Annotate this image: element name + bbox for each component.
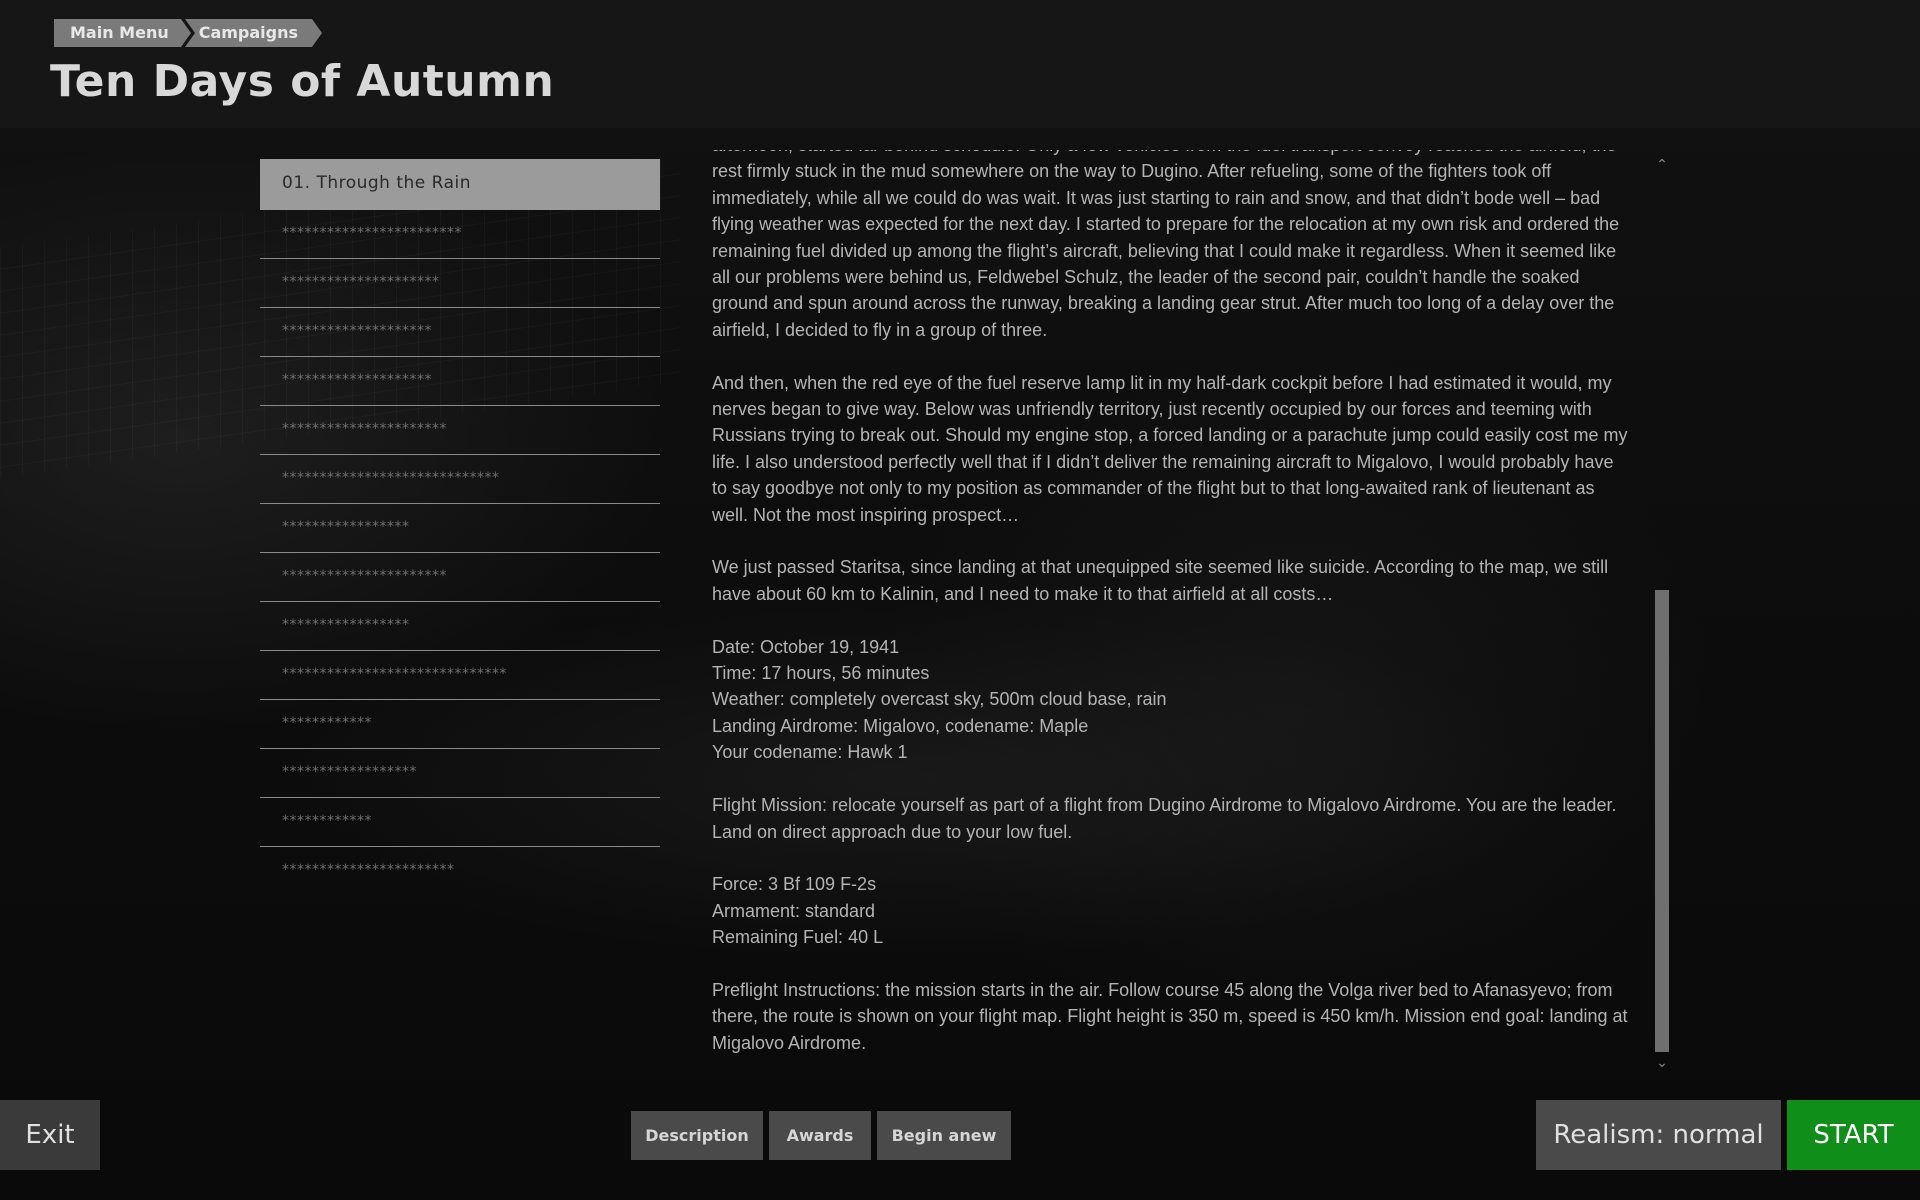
- description-paragraph: We just passed Staritsa, since landing a…: [712, 554, 1630, 607]
- description-paragraph: Flight Mission: relocate yourself as par…: [712, 792, 1630, 845]
- breadcrumb: Main Menu Campaigns: [54, 19, 323, 47]
- mission-item[interactable]: ********************: [260, 357, 660, 406]
- mission-item[interactable]: *****************: [260, 504, 660, 553]
- description-line: Remaining Fuel: 40 L: [712, 927, 884, 948]
- mission-list: 01. Through the Rain *******************…: [260, 159, 660, 896]
- mission-item[interactable]: **********************: [260, 553, 660, 602]
- breadcrumb-campaigns[interactable]: Campaigns: [184, 19, 323, 47]
- breadcrumb-main-menu[interactable]: Main Menu: [54, 19, 191, 47]
- breadcrumb-label: Campaigns: [198, 23, 299, 42]
- description-line: afternoon, started far behind schedule. …: [712, 150, 1630, 158]
- realism-button[interactable]: Realism: normal: [1536, 1100, 1781, 1170]
- description-line: have about 60 km to Kalinin, and I need …: [712, 583, 1334, 604]
- description-line: life. I also understood perfectly well t…: [712, 451, 1614, 472]
- mission-item[interactable]: *********************: [260, 259, 660, 308]
- description-line: Your codename: Hawk 1: [712, 742, 908, 763]
- description-line: airfield, I decided to fly in a group of…: [712, 319, 1048, 340]
- exit-button[interactable]: Exit: [0, 1100, 100, 1170]
- mission-item[interactable]: ************: [260, 798, 660, 847]
- page-title: Ten Days of Autumn: [50, 56, 555, 107]
- description-line: Migalovo Airdrome.: [712, 1032, 867, 1053]
- description-line: We just passed Staritsa, since landing a…: [712, 557, 1609, 578]
- mission-item[interactable]: **********************: [260, 406, 660, 455]
- description-line: Russians trying to break out. Should my …: [712, 425, 1628, 446]
- description-line: Flight Mission: relocate yourself as par…: [712, 795, 1617, 816]
- mission-description: afternoon, started far behind schedule. …: [712, 150, 1630, 1072]
- mission-item[interactable]: ************************: [260, 210, 660, 259]
- description-line: ground and spun around across the runway…: [712, 293, 1615, 314]
- description-line: immediately, while all we could do was w…: [712, 187, 1601, 208]
- mission-item[interactable]: *****************************: [260, 455, 660, 504]
- description-paragraph: Force: 3 Bf 109 F-2s Armament: standard Re…: [712, 871, 1630, 950]
- description-line: Armament: standard: [712, 900, 876, 921]
- description-line: remaining fuel divided up among the flig…: [712, 240, 1617, 261]
- description-line: Time: 17 hours, 56 minutes: [712, 663, 930, 684]
- mission-item[interactable]: ******************************: [260, 651, 660, 700]
- description-line: all our problems were behind us, Feldweb…: [712, 267, 1580, 288]
- awards-button[interactable]: Awards: [769, 1111, 871, 1160]
- breadcrumb-arrow-icon: [312, 19, 323, 47]
- description-line: nerves began to give way. Below was unfr…: [712, 399, 1592, 420]
- description-line: Weather: completely overcast sky, 500m c…: [712, 689, 1167, 710]
- description-line: Land on direct approach due to your low …: [712, 821, 1073, 842]
- scroll-up-icon[interactable]: ⌃: [1654, 158, 1670, 172]
- mission-item[interactable]: ***********************: [260, 847, 660, 896]
- description-paragraph: Preflight Instructions: the mission star…: [712, 977, 1630, 1056]
- description-paragraph: afternoon, started far behind schedule. …: [712, 150, 1630, 343]
- mission-item[interactable]: *****************: [260, 602, 660, 651]
- description-line: well. Not the most inspiring prospect…: [712, 504, 1020, 525]
- mission-item-selected[interactable]: 01. Through the Rain: [260, 159, 660, 210]
- breadcrumb-label: Main Menu: [70, 23, 169, 42]
- scrollbar-track[interactable]: [1655, 176, 1669, 1052]
- description-paragraph: And then, when the red eye of the fuel r…: [712, 370, 1630, 528]
- description-line: Force: 3 Bf 109 F-2s: [712, 874, 877, 895]
- mission-item[interactable]: ********************: [260, 308, 660, 357]
- header: Main Menu Campaigns Ten Days of Autumn: [0, 0, 1920, 128]
- begin-anew-button[interactable]: Begin anew: [877, 1111, 1011, 1160]
- description-paragraph: Date: October 19, 1941 Time: 17 hours, 56…: [712, 634, 1630, 766]
- scrollbar-thumb[interactable]: [1655, 590, 1669, 1052]
- description-line: And then, when the red eye of the fuel r…: [712, 372, 1612, 393]
- description-line: Date: October 19, 1941: [712, 636, 900, 657]
- start-button[interactable]: START: [1787, 1100, 1920, 1170]
- description-button[interactable]: Description: [631, 1111, 763, 1160]
- description-line: Preflight Instructions: the mission star…: [712, 979, 1613, 1000]
- mission-item[interactable]: ************: [260, 700, 660, 749]
- description-line: Landing Airdrome: Migalovo, codename: Ma…: [712, 715, 1089, 736]
- mission-description-text: afternoon, started far behind schedule. …: [712, 150, 1630, 1072]
- scroll-down-icon[interactable]: ⌄: [1654, 1056, 1670, 1070]
- description-line: rest firmly stuck in the mud somewhere o…: [712, 161, 1552, 182]
- mission-item[interactable]: ******************: [260, 749, 660, 798]
- description-line: there, the route is shown on your flight…: [712, 1006, 1628, 1027]
- description-line: flying weather was expected for the next…: [712, 214, 1620, 235]
- breadcrumb-arrow-icon: [180, 19, 191, 47]
- description-line: to say goodbye not only to my position a…: [712, 478, 1595, 499]
